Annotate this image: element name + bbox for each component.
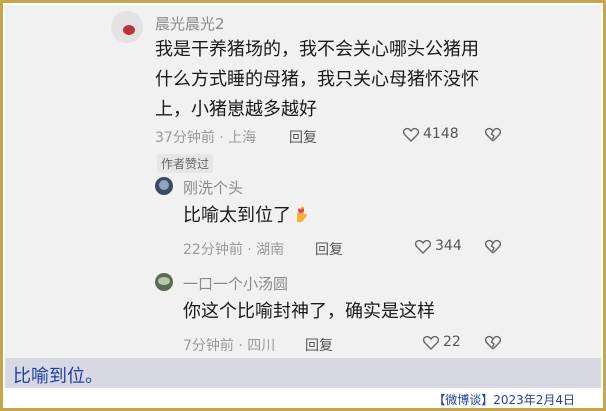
heart-icon [423, 335, 439, 350]
heart-icon [403, 127, 419, 142]
dislike-icon[interactable] [485, 335, 501, 350]
screenshot-frame: 晨光晨光2 我是干养猪场的，我不会关心哪头公猪用 什么方式睡的母猪，我只关心母猪… [0, 0, 606, 411]
comment-meta: 22分钟前 · 湖南 [183, 242, 285, 258]
like-count: 4148 [423, 126, 459, 142]
reply-button[interactable]: 回复 [305, 335, 333, 355]
comment-username[interactable]: 刚洗个头 [183, 177, 243, 198]
comment-meta: 37分钟前 · 上海 [155, 130, 257, 146]
avatar[interactable] [155, 177, 173, 195]
avatar[interactable] [111, 11, 143, 43]
like-button[interactable]: 22 [423, 334, 461, 350]
comment-text: 比喻太到位了 [183, 201, 309, 231]
like-button[interactable]: 4148 [403, 126, 459, 142]
like-count: 22 [443, 334, 461, 350]
comment-text-line: 上，小猪崽越多越好 [155, 99, 317, 120]
comment-username[interactable]: 一口一个小汤圆 [183, 273, 288, 294]
source-label: 【微博谈】2023年2月4日 [433, 393, 575, 407]
finger-heart-emoji-icon [293, 203, 309, 222]
caption-bar: 比喻到位。 [5, 358, 601, 388]
like-button[interactable]: 344 [415, 238, 462, 254]
heart-icon [415, 239, 431, 254]
like-count: 344 [435, 238, 462, 254]
reply-button[interactable]: 回复 [315, 239, 343, 259]
comment-meta: 7分钟前 · 四川 [183, 338, 276, 354]
comment-text-content: 比喻太到位了 [183, 205, 291, 226]
comment-username[interactable]: 晨光晨光2 [155, 13, 225, 34]
dislike-icon[interactable] [485, 127, 501, 142]
dislike-icon[interactable] [485, 239, 501, 254]
comment-text-line: 什么方式睡的母猪，我只关心母猪怀没怀 [155, 69, 479, 90]
avatar[interactable] [155, 273, 173, 291]
comment-text-line: 我是干养猪场的，我不会关心哪头公猪用 [155, 39, 479, 60]
comment-text: 你这个比喻封神了，确实是这样 [183, 301, 435, 322]
reply-button[interactable]: 回复 [289, 127, 317, 147]
comment-thread: 晨光晨光2 我是干养猪场的，我不会关心哪头公猪用 什么方式睡的母猪，我只关心母猪… [5, 5, 601, 358]
author-liked-badge: 作者赞过 [157, 154, 214, 173]
caption-text: 比喻到位。 [13, 366, 103, 387]
